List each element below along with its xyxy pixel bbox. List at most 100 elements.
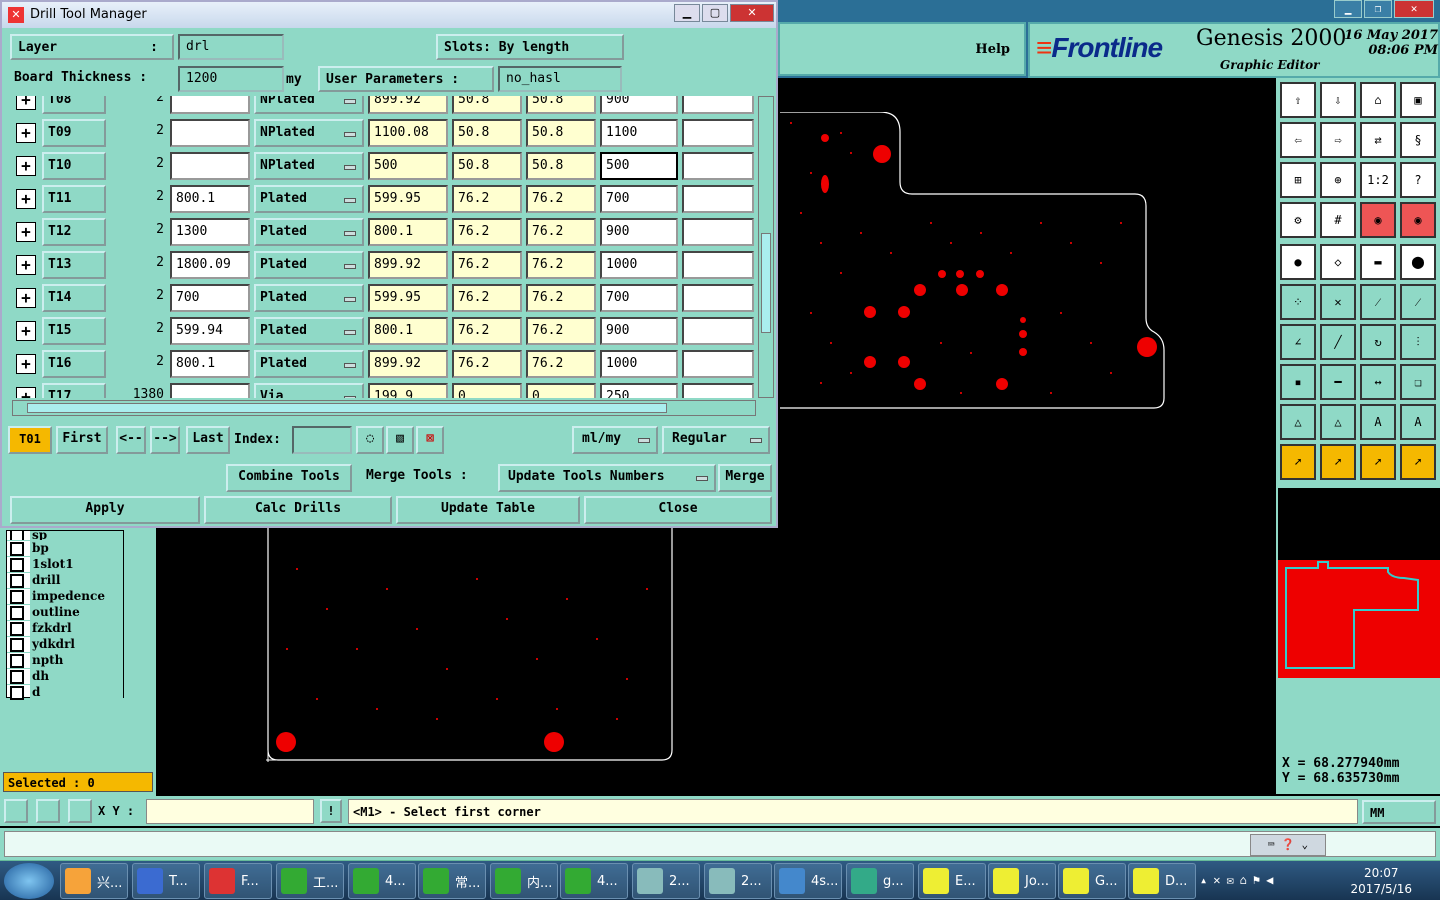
scale-icon[interactable]: 1:2 xyxy=(1360,162,1396,198)
layer-item[interactable]: drill xyxy=(7,573,123,589)
restore-button[interactable]: ❐ xyxy=(1364,0,1392,18)
cell-c5[interactable]: 1100 xyxy=(600,119,678,147)
layer-checkbox[interactable] xyxy=(10,605,24,620)
tool-row[interactable]: + T11 2 800.1 Plated 599.95 76.2 76.2 700 xyxy=(12,183,756,216)
hline-icon[interactable]: ━ xyxy=(1320,364,1356,400)
cell-tool[interactable]: T13 xyxy=(42,251,106,279)
expand-icon[interactable]: + xyxy=(16,387,36,398)
ime-toolbar[interactable]: ⌨ ❓ ⌄ xyxy=(1250,834,1326,856)
layer-item[interactable]: ydkdrl xyxy=(7,637,123,653)
arc-icon[interactable]: ↻ xyxy=(1360,324,1396,360)
cell-type[interactable]: NPlated xyxy=(254,96,364,114)
cell-c5[interactable]: 1000 xyxy=(600,350,678,378)
cell-tool[interactable]: T11 xyxy=(42,185,106,213)
bulb-icon[interactable]: ◌ xyxy=(356,426,384,454)
dimension-icon[interactable]: ↔ xyxy=(1360,364,1396,400)
cell-c5[interactable]: 700 xyxy=(600,185,678,213)
cell-c6[interactable] xyxy=(682,119,754,147)
circle-pad-icon[interactable]: ⬤ xyxy=(1400,244,1436,280)
cell-c1[interactable] xyxy=(170,119,250,147)
index-input[interactable] xyxy=(292,426,352,454)
measure-tool-icon[interactable] xyxy=(36,799,60,823)
cell-type[interactable]: Via xyxy=(254,383,364,398)
question-icon[interactable]: ? xyxy=(1400,162,1436,198)
layer-item[interactable]: bp xyxy=(7,541,123,557)
taskbar-item[interactable]: F... xyxy=(204,863,272,899)
tool-row[interactable]: + T09 2 NPlated 1100.08 50.8 50.8 1100 xyxy=(12,117,756,150)
layer-checkbox[interactable] xyxy=(10,653,24,668)
cell-c2[interactable]: 899.92 xyxy=(368,350,448,378)
start-button[interactable] xyxy=(4,863,54,899)
cell-type[interactable]: Plated xyxy=(254,218,364,246)
letter-a-alt-icon[interactable]: A xyxy=(1400,404,1436,440)
cell-c6[interactable] xyxy=(682,284,754,312)
pad-icon[interactable]: ● xyxy=(1280,244,1316,280)
taskbar-item[interactable]: 工... xyxy=(276,863,344,899)
taskbar-item[interactable]: 2... xyxy=(704,863,772,899)
layer-item[interactable]: dh xyxy=(7,669,123,685)
pointer-box-icon[interactable]: ➚ xyxy=(1320,444,1356,480)
clock[interactable]: 20:07 2017/5/16 xyxy=(1350,865,1412,897)
cell-c5[interactable]: 250 xyxy=(600,383,678,398)
layer-item[interactable]: d xyxy=(7,685,123,701)
cell-type[interactable]: Plated xyxy=(254,251,364,279)
expand-icon[interactable]: + xyxy=(16,222,36,242)
tray-icons[interactable]: ▴✕✉⌂⚑◀ xyxy=(1200,873,1279,887)
next-button[interactable]: --> xyxy=(150,426,180,454)
layers-icon[interactable]: ◉ xyxy=(1360,202,1396,238)
tool-row[interactable]: + T10 2 NPlated 500 50.8 50.8 500 xyxy=(12,150,756,183)
line-alt-icon[interactable]: ⁄ xyxy=(1400,284,1436,320)
cell-tool[interactable]: T10 xyxy=(42,152,106,180)
combine-tools-button[interactable]: Combine Tools xyxy=(226,464,352,492)
layer-checkbox[interactable] xyxy=(10,637,24,652)
snap-grid-icon[interactable] xyxy=(68,799,92,823)
layer-checkbox[interactable] xyxy=(10,573,24,588)
tool-row[interactable]: + T13 2 1800.09 Plated 899.92 76.2 76.2 1000 xyxy=(12,249,756,282)
expand-icon[interactable]: + xyxy=(16,189,36,209)
thickness-input[interactable]: 1200 xyxy=(178,66,284,92)
cell-c2[interactable]: 199.9 xyxy=(368,383,448,398)
tool-row[interactable]: + T17 1380 Via 199.9 0 0 250 xyxy=(12,381,756,398)
taskbar-item[interactable]: 4s... xyxy=(774,863,842,899)
expand-icon[interactable]: + xyxy=(16,96,36,110)
letter-a-icon[interactable]: A xyxy=(1360,404,1396,440)
taskbar-item[interactable]: 常... xyxy=(418,863,486,899)
taskbar-item[interactable]: 4... xyxy=(560,863,628,899)
cell-c5[interactable]: 500 xyxy=(600,152,678,180)
cell-tool[interactable]: T12 xyxy=(42,218,106,246)
taskbar-item[interactable]: 2... xyxy=(632,863,700,899)
edit-shape-icon[interactable]: ◇ xyxy=(1320,244,1356,280)
layer-checkbox[interactable] xyxy=(10,621,24,636)
cell-c6[interactable] xyxy=(682,96,754,114)
cell-c4[interactable]: 0 xyxy=(526,383,596,398)
cell-c3[interactable]: 76.2 xyxy=(452,251,522,279)
cell-c6[interactable] xyxy=(682,383,754,398)
taskbar-item[interactable]: E... xyxy=(918,863,986,899)
cell-type[interactable]: Plated xyxy=(254,350,364,378)
cell-c5[interactable]: 900 xyxy=(600,317,678,345)
cell-c3[interactable]: 0 xyxy=(452,383,522,398)
tool-row[interactable]: + T08 2 NPlated 899.92 50.8 50.8 900 xyxy=(12,96,756,117)
units-select[interactable]: MM xyxy=(1362,800,1436,824)
cell-c4[interactable]: 50.8 xyxy=(526,119,596,147)
layer-checkbox[interactable] xyxy=(10,669,24,684)
xy-input[interactable] xyxy=(146,799,314,824)
cell-c3[interactable]: 50.8 xyxy=(452,152,522,180)
cell-type[interactable]: NPlated xyxy=(254,119,364,147)
table-horizontal-scrollbar[interactable] xyxy=(12,400,756,416)
expand-icon[interactable]: + xyxy=(16,354,36,374)
cell-c1[interactable]: 700 xyxy=(170,284,250,312)
slots-select[interactable]: Slots: By length xyxy=(436,34,624,60)
cell-type[interactable]: Plated xyxy=(254,284,364,312)
expand-icon[interactable]: + xyxy=(16,255,36,275)
redraw-icon[interactable]: § xyxy=(1400,122,1436,158)
cell-c1[interactable] xyxy=(170,383,250,398)
triangle-icon[interactable]: △ xyxy=(1280,404,1316,440)
merge-button[interactable]: Merge xyxy=(718,464,772,492)
window-icon[interactable]: ▣ xyxy=(1400,82,1436,118)
board-view-lower[interactable] xyxy=(266,528,674,762)
layer-input[interactable]: drl xyxy=(178,34,284,60)
cell-c5[interactable]: 900 xyxy=(600,218,678,246)
pointer-path-icon[interactable]: ➚ xyxy=(1400,444,1436,480)
cell-tool[interactable]: T15 xyxy=(42,317,106,345)
